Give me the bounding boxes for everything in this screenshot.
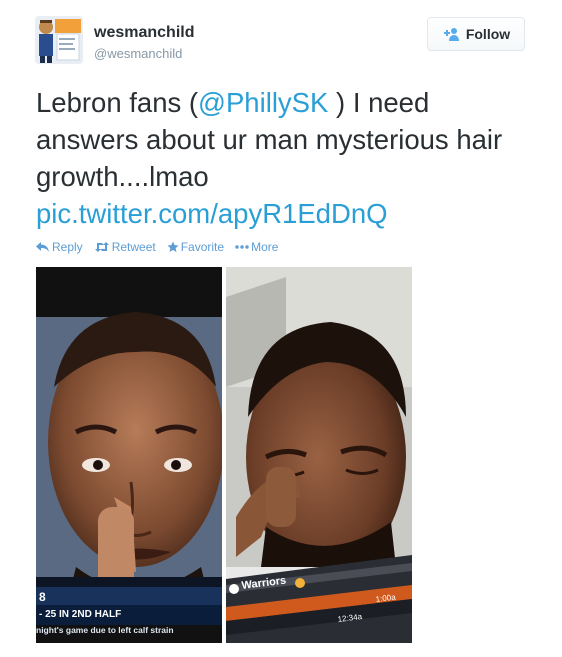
tweet-text-part1: Lebron fans ( bbox=[36, 87, 199, 118]
ticker-line2: night's game due to left calf strain bbox=[36, 625, 174, 635]
more-label: More bbox=[251, 240, 279, 254]
reply-action[interactable]: Reply bbox=[36, 240, 83, 254]
display-name[interactable]: wesmanchild bbox=[94, 24, 194, 42]
right-photo: Warriors 1:00a 12:34a bbox=[226, 267, 412, 643]
retweet-label: Retweet bbox=[111, 240, 156, 254]
left-photo-image: 8 - 25 IN 2ND HALF night's game due to l… bbox=[36, 267, 222, 643]
retweet-icon bbox=[94, 242, 109, 252]
more-action[interactable]: More bbox=[235, 240, 278, 254]
avatar-image bbox=[35, 16, 83, 64]
retweet-action[interactable]: Retweet bbox=[94, 240, 156, 254]
tweet-text: Lebron fans (@PhillySK ) I need answers … bbox=[36, 84, 536, 232]
tweet-actions: Reply Retweet Favorite More bbox=[36, 240, 278, 254]
reply-label: Reply bbox=[52, 240, 83, 254]
pic-link[interactable]: pic.twitter.com/apyR1EdDnQ bbox=[36, 198, 388, 229]
reply-icon bbox=[36, 242, 49, 252]
follow-button-label: Follow bbox=[465, 26, 511, 42]
ticker-number: 8 bbox=[39, 590, 46, 604]
right-photo-image: Warriors 1:00a 12:34a bbox=[226, 267, 412, 643]
user-handle[interactable]: @wesmanchild bbox=[94, 46, 182, 61]
tweet-media[interactable]: 8 - 25 IN 2ND HALF night's game due to l… bbox=[36, 267, 412, 643]
avatar[interactable] bbox=[35, 16, 83, 64]
star-icon bbox=[167, 241, 179, 252]
more-dots-icon bbox=[235, 245, 249, 249]
ticker-line1: - 25 IN 2ND HALF bbox=[39, 609, 121, 620]
favorite-action[interactable]: Favorite bbox=[167, 240, 224, 254]
add-user-icon bbox=[443, 28, 459, 41]
favorite-label: Favorite bbox=[180, 240, 225, 254]
mention-link[interactable]: @PhillySK bbox=[198, 87, 328, 118]
left-photo: 8 - 25 IN 2ND HALF night's game due to l… bbox=[36, 267, 222, 643]
follow-button[interactable]: Follow bbox=[427, 17, 525, 51]
